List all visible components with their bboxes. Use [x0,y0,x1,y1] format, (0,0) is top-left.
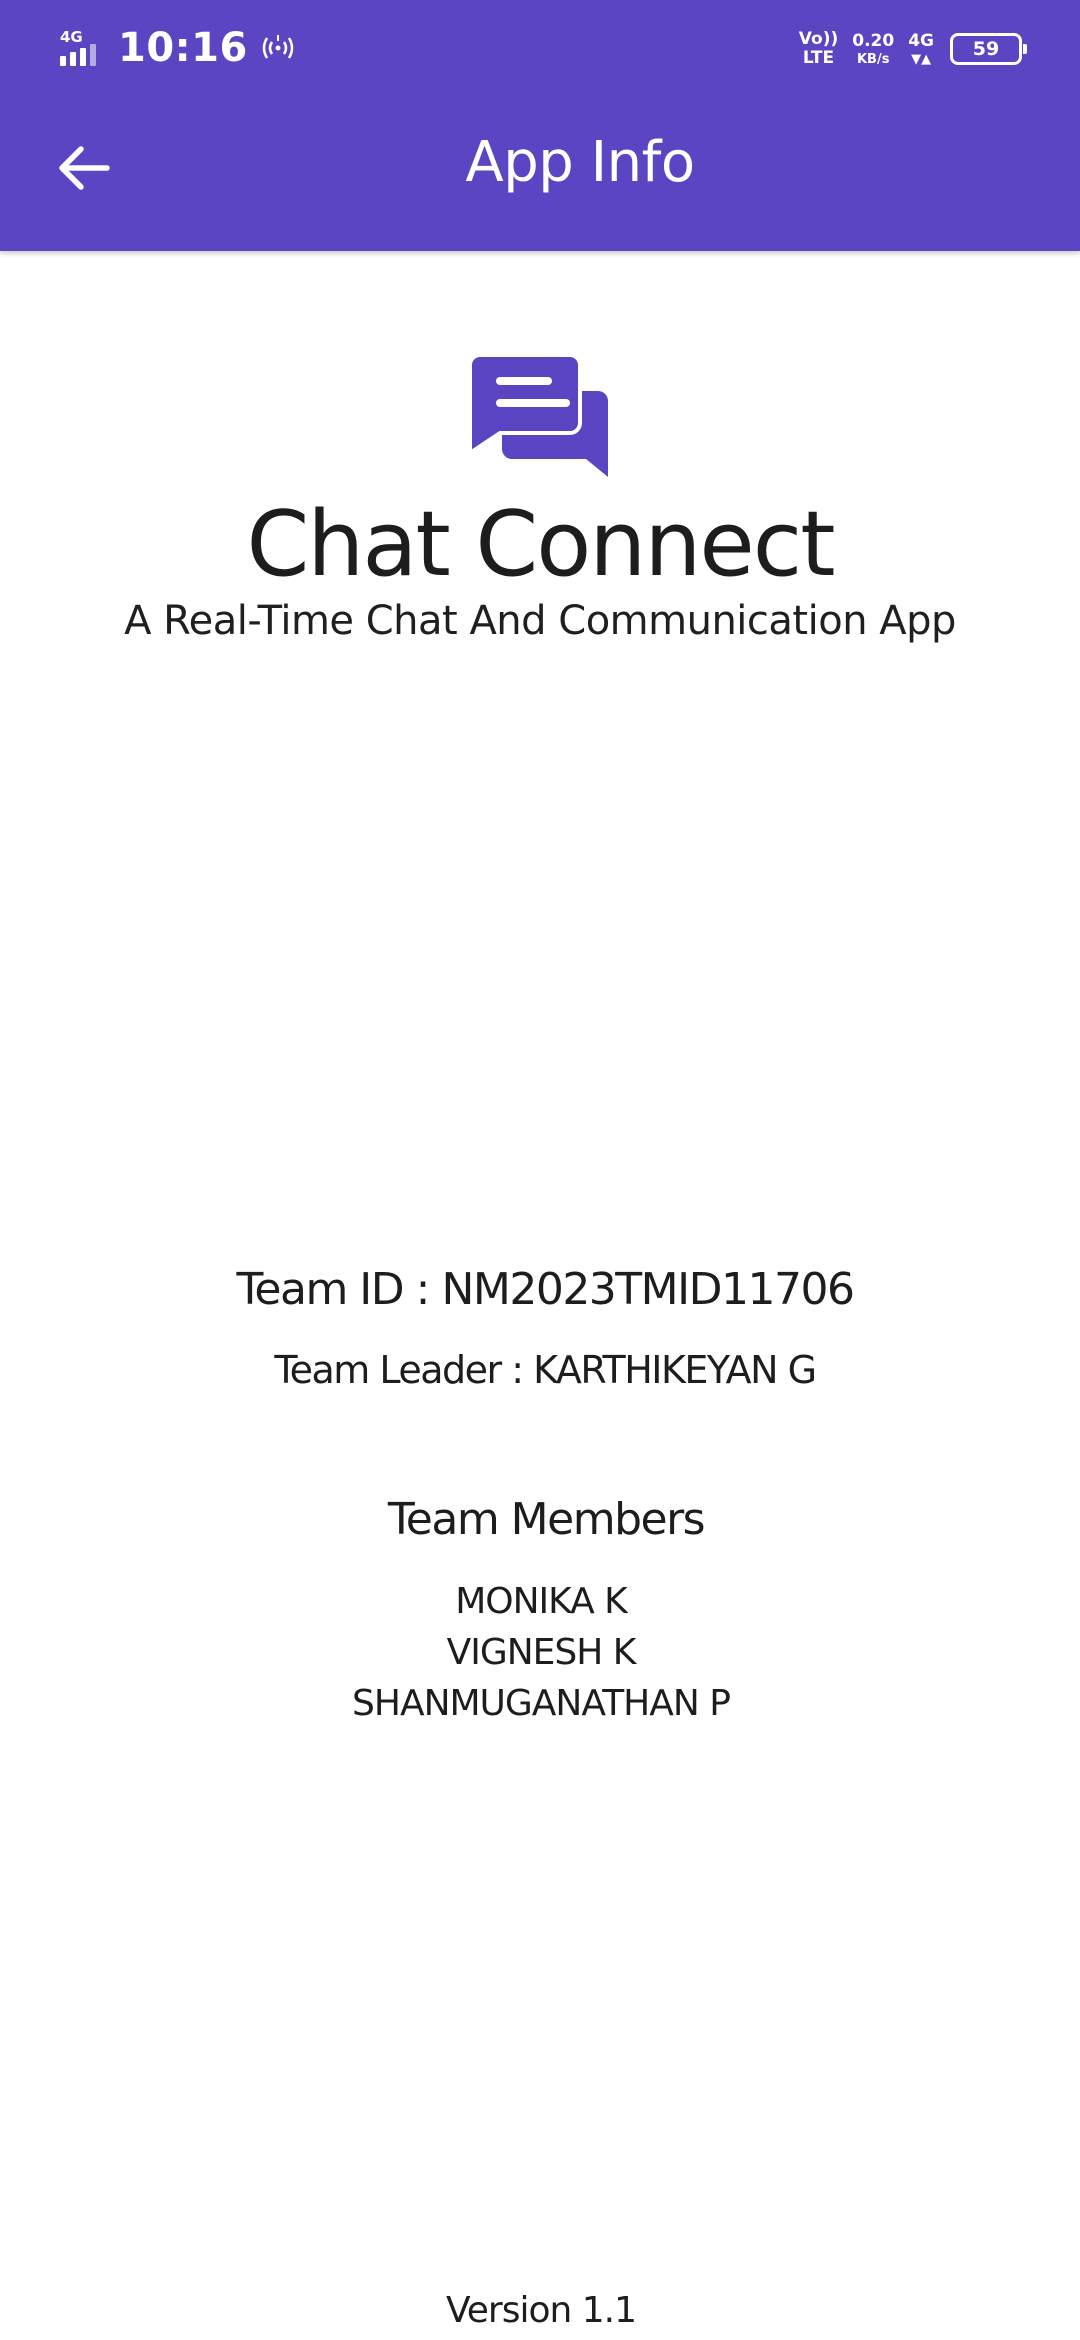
team-member: SHANMUGANATHAN P [352,1683,731,1724]
volte-indicator: Vo)) LTE [799,31,838,67]
team-leader: Team Leader : KARTHIKEYAN G [274,1348,817,1392]
signal-icon: 4G [58,26,106,70]
app-tagline: A Real-Time Chat And Communication App [124,598,956,644]
signal-tag: 4G [60,28,83,46]
volte-top: Vo)) [798,29,839,49]
speed-value: 0.20 [852,30,895,51]
status-bar-left: 4G 10:16 [58,18,296,78]
team-id: Team ID : NM2023TMID11706 [236,1264,855,1315]
data-arrows-icon: 4G ▼▲ [908,30,934,67]
app-version: Version 1.1 [445,2290,637,2331]
volte-bottom: LTE [802,48,835,68]
team-member: VIGNESH K [446,1632,637,1673]
status-bar-right: Vo)) LTE 0.20 KB/s 4G ▼▲ 59 [785,20,1027,78]
hotspot-icon [262,35,294,59]
speed-unit: KB/s [856,51,890,67]
battery-level: 59 [972,38,1000,60]
app-info-screen: 4G 10:16 Vo)) LTE 0.20 KB/s 4G ▼▲ 59 App… [0,0,1080,2340]
team-member: MONIKA K [455,1581,628,1622]
battery-icon: 59 [950,33,1027,65]
network-tag: 4G [908,30,934,51]
data-arrows-glyph: ▼▲ [911,51,932,67]
network-speed: 0.20 KB/s [852,30,895,67]
status-time: 10:16 [118,25,248,71]
chat-bubbles-icon [470,355,608,477]
team-members-list: MONIKA K VIGNESH K SHANMUGANATHAN P [0,1576,1080,1729]
app-name: Chat Connect [246,492,835,597]
page-title: App Info [465,130,695,195]
team-members-heading: Team Members [387,1494,706,1545]
top-app-bar: 4G 10:16 Vo)) LTE 0.20 KB/s 4G ▼▲ 59 App… [0,0,1080,251]
